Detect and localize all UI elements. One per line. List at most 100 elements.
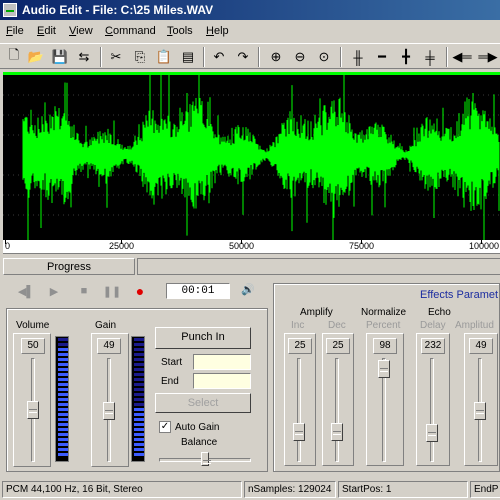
meter-segment <box>134 423 144 426</box>
delay-slider[interactable] <box>426 424 438 443</box>
meter-segment <box>58 348 68 351</box>
punch-in-button[interactable]: Punch In <box>155 327 251 349</box>
effect-name-amplify: Amplify <box>300 307 333 318</box>
waveform-display[interactable] <box>3 72 500 240</box>
meter-segment <box>58 418 68 421</box>
paste-icon[interactable]: 📋 <box>154 47 174 67</box>
undo-icon[interactable]: ↶ <box>209 47 229 67</box>
meter-segment <box>134 448 144 451</box>
time-display: 00:01 <box>166 283 230 299</box>
amplitude-value: 49 <box>469 338 493 354</box>
meter-segment <box>134 403 144 406</box>
auto-gain-checkbox[interactable]: ✓ <box>159 421 171 433</box>
pause-icon[interactable]: ❚❚ <box>101 282 123 300</box>
delay-value: 232 <box>421 338 445 354</box>
rewind-icon[interactable]: ◀▌ <box>15 282 37 300</box>
percent-slider[interactable] <box>378 359 390 378</box>
meter-segment <box>58 453 68 456</box>
mixer-panel: Volume Gain 50 49 Punch In Start End Sel… <box>6 308 268 472</box>
meter-segment <box>134 443 144 446</box>
meter-segment <box>58 368 68 371</box>
waveform-trace <box>22 75 500 240</box>
meter-segment <box>134 373 144 376</box>
meter-segment <box>134 363 144 366</box>
gain-slider[interactable] <box>103 401 115 420</box>
meter-segment <box>58 338 68 341</box>
effect-name-normalize: Normalize <box>361 307 407 318</box>
menu-view[interactable]: View <box>69 25 93 37</box>
status-end-pos: EndP <box>470 481 500 498</box>
meter-segment <box>134 393 144 396</box>
save-icon[interactable]: 💾 <box>50 47 70 67</box>
paste-special-icon[interactable]: ▤ <box>178 47 198 67</box>
status-bar: PCM 44,100 Hz, 16 Bit, Stereo nSamples: … <box>0 479 500 500</box>
inc-value: 25 <box>288 338 312 354</box>
param-label-inc: Inc <box>291 320 305 331</box>
waveform-icon[interactable]: ╫ <box>348 47 368 67</box>
volume-label: Volume <box>16 320 50 331</box>
meter-segment <box>134 368 144 371</box>
marker-icon[interactable]: ╪ <box>420 47 440 67</box>
end-input[interactable] <box>193 373 251 389</box>
record-icon[interactable]: ● <box>129 282 151 300</box>
volume-slider[interactable] <box>27 401 39 419</box>
progress-bar <box>137 258 500 275</box>
meter-segment <box>134 438 144 441</box>
app-icon[interactable] <box>3 3 17 17</box>
meter-segment <box>58 423 68 426</box>
auto-gain-label: Auto Gain <box>175 422 220 433</box>
amplitude-slider[interactable] <box>474 401 486 420</box>
effects-title: Effects Paramet <box>420 289 499 301</box>
meter-segment <box>58 398 68 401</box>
balance-slider[interactable] <box>201 452 211 466</box>
meter-segment <box>58 373 68 376</box>
copy-icon[interactable]: ⎘ <box>130 47 150 67</box>
toolbar: 🗋 📂 💾 ⇆ ✂ ⎘ 📋 ▤ ↶ ↷ ⊕ ⊖ ⊙ ╫ ━ ╋ ╪ ◀═ ═▶ <box>0 43 500 69</box>
properties-icon[interactable]: ⇆ <box>74 47 94 67</box>
cut-icon[interactable]: ✂ <box>106 47 126 67</box>
zoom-fit-icon[interactable]: ⊙ <box>314 47 334 67</box>
meter-segment <box>134 348 144 351</box>
select-button[interactable]: Select <box>155 393 251 413</box>
ruler-label: 100000 <box>469 241 500 251</box>
dec-slider[interactable] <box>331 422 343 441</box>
redo-icon[interactable]: ↷ <box>233 47 253 67</box>
menu-tools[interactable]: Tools <box>167 25 193 37</box>
zoom-in-icon[interactable]: ⊕ <box>266 47 286 67</box>
param-label-amplitude: Amplitud <box>455 320 494 331</box>
volume-meter <box>55 336 69 462</box>
flatten-icon[interactable]: ━ <box>372 47 392 67</box>
meter-segment <box>58 378 68 381</box>
meter-segment <box>134 378 144 381</box>
meter-segment <box>134 433 144 436</box>
gain-value: 49 <box>97 338 121 354</box>
start-label: Start <box>161 357 183 368</box>
menu-help[interactable]: Help <box>206 25 229 37</box>
inc-slider[interactable] <box>293 422 305 441</box>
menu-edit[interactable]: Edit <box>37 25 56 37</box>
meter-segment <box>134 353 144 356</box>
menu-command[interactable]: Command <box>105 25 156 37</box>
cross-icon[interactable]: ╋ <box>396 47 416 67</box>
start-input[interactable] <box>193 354 251 370</box>
meter-segment <box>134 398 144 401</box>
play-forward-icon[interactable]: ═▶ <box>478 47 498 67</box>
meter-segment <box>58 383 68 386</box>
window-title: Audio Edit - File: C:\25 Miles.WAV <box>22 3 214 17</box>
meter-segment <box>134 383 144 386</box>
play-back-icon[interactable]: ◀═ <box>452 47 472 67</box>
sample-ruler: 0 25000 50000 75000 100000 <box>3 240 500 254</box>
effect-name-echo: Echo <box>428 307 451 318</box>
zoom-out-icon[interactable]: ⊖ <box>290 47 310 67</box>
play-icon[interactable]: ▶ <box>43 282 65 300</box>
open-icon[interactable]: 📂 <box>26 47 46 67</box>
new-icon[interactable]: 🗋 <box>4 47 24 67</box>
meter-segment <box>58 448 68 451</box>
meter-segment <box>58 433 68 436</box>
dec-value: 25 <box>326 338 350 354</box>
meter-segment <box>58 443 68 446</box>
meter-segment <box>58 388 68 391</box>
speaker-icon[interactable]: 🔊 <box>240 283 256 299</box>
menu-file[interactable]: File <box>6 25 24 37</box>
stop-icon[interactable]: ■ <box>73 282 95 300</box>
